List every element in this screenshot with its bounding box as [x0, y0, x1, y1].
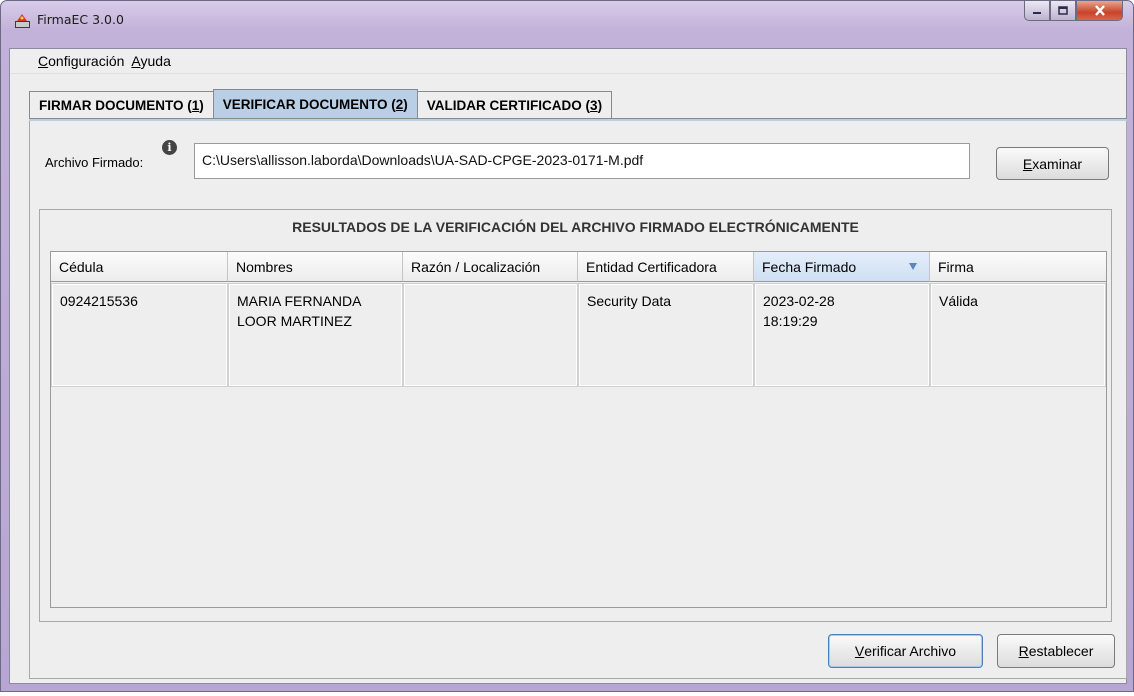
cell-text-line: MARIA FERNANDA	[237, 293, 362, 309]
tab-strip: FIRMAR DOCUMENTO (1) VERIFICAR DOCUMENTO…	[29, 89, 613, 119]
window-title: FirmaEC 3.0.0	[37, 12, 124, 27]
file-label: Archivo Firmado:	[45, 155, 144, 170]
reset-button[interactable]: Restablecer	[997, 634, 1115, 668]
cell-firma[interactable]: Válida	[930, 283, 1106, 387]
tab-label: FIRMAR DOCUMENTO (	[39, 98, 192, 113]
cell-text-line: LOOR MARTINEZ	[237, 313, 352, 329]
button-mnemonic: E	[1022, 155, 1033, 172]
menu-mnemonic: C	[38, 53, 49, 69]
cell-text-line: 2023-02-28	[763, 293, 835, 309]
verify-file-button[interactable]: Verificar Archivo	[828, 634, 983, 668]
tab-verificar-documento[interactable]: VERIFICAR DOCUMENTO (2)	[212, 89, 418, 119]
info-icon[interactable]: i	[162, 140, 177, 155]
menu-label: yuda	[140, 53, 171, 69]
tab-validar-certificado[interactable]: VALIDAR CERTIFICADO (3)	[416, 91, 613, 119]
tab-label-end: )	[403, 97, 408, 112]
maximize-button[interactable]	[1050, 1, 1076, 21]
maximize-icon	[1058, 6, 1068, 15]
table-header: Cédula Nombres Razón / Localización Enti…	[51, 252, 1106, 283]
column-header-cedula[interactable]: Cédula	[51, 252, 228, 282]
table-row[interactable]: 0924215536 MARIA FERNANDA LOOR MARTINEZ …	[51, 283, 1106, 387]
results-table[interactable]: Cédula Nombres Razón / Localización Enti…	[50, 251, 1107, 608]
cell-entidad[interactable]: Security Data	[578, 283, 754, 387]
browse-button[interactable]: Examinar	[996, 147, 1109, 180]
menu-label: onfiguración	[48, 53, 125, 69]
sort-descending-icon	[909, 263, 917, 270]
results-title: RESULTADOS DE LA VERIFICACIÓN DEL ARCHIV…	[292, 219, 859, 235]
app-icon	[15, 14, 30, 28]
menu-mnemonic: A	[131, 53, 141, 69]
column-header-fecha[interactable]: Fecha Firmado	[754, 252, 930, 282]
file-path-input[interactable]: C:\Users\allisson.laborda\Downloads\UA-S…	[194, 143, 970, 179]
cell-nombres[interactable]: MARIA FERNANDA LOOR MARTINEZ	[228, 283, 403, 387]
menu-configuracion[interactable]: Configuración	[38, 53, 124, 69]
column-header-firma[interactable]: Firma	[930, 252, 1106, 282]
minimize-icon	[1033, 11, 1041, 14]
app-window: FirmaEC 3.0.0 Configuración Ayuda FIRMAR…	[0, 0, 1134, 692]
tab-label: VERIFICAR DOCUMENTO (	[222, 97, 396, 112]
menu-ayuda[interactable]: Ayuda	[131, 53, 170, 69]
column-header-razon[interactable]: Razón / Localización	[403, 252, 578, 282]
tab-firmar-documento[interactable]: FIRMAR DOCUMENTO (1)	[29, 91, 214, 119]
close-button[interactable]	[1076, 1, 1123, 21]
tab-label: VALIDAR CERTIFICADO (	[426, 98, 591, 113]
cell-cedula[interactable]: 0924215536	[51, 283, 228, 387]
button-mnemonic: R	[1018, 643, 1029, 659]
window-controls	[1024, 1, 1123, 21]
button-label: xaminar	[1032, 155, 1083, 172]
tab-mnemonic: 2	[395, 97, 404, 112]
column-header-entidad[interactable]: Entidad Certificadora	[578, 252, 754, 282]
title-bar[interactable]: FirmaEC 3.0.0	[1, 1, 1133, 41]
button-label: erificar Archivo	[864, 643, 957, 659]
button-label: establecer	[1028, 643, 1094, 659]
column-header-label: Fecha Firmado	[762, 258, 857, 275]
tab-label-end: )	[597, 98, 603, 113]
cell-razon[interactable]	[403, 283, 578, 387]
tab-mnemonic: 1	[191, 98, 200, 113]
button-mnemonic: V	[854, 643, 865, 659]
menu-bar: Configuración Ayuda	[10, 49, 1126, 74]
cell-fecha[interactable]: 2023-02-28 18:19:29	[754, 283, 930, 387]
close-icon	[1094, 5, 1105, 16]
column-header-nombres[interactable]: Nombres	[228, 252, 403, 282]
tab-mnemonic: 3	[590, 98, 598, 113]
minimize-button[interactable]	[1024, 1, 1050, 21]
tab-label-end: )	[199, 98, 204, 113]
cell-text-line: 18:19:29	[763, 313, 818, 329]
